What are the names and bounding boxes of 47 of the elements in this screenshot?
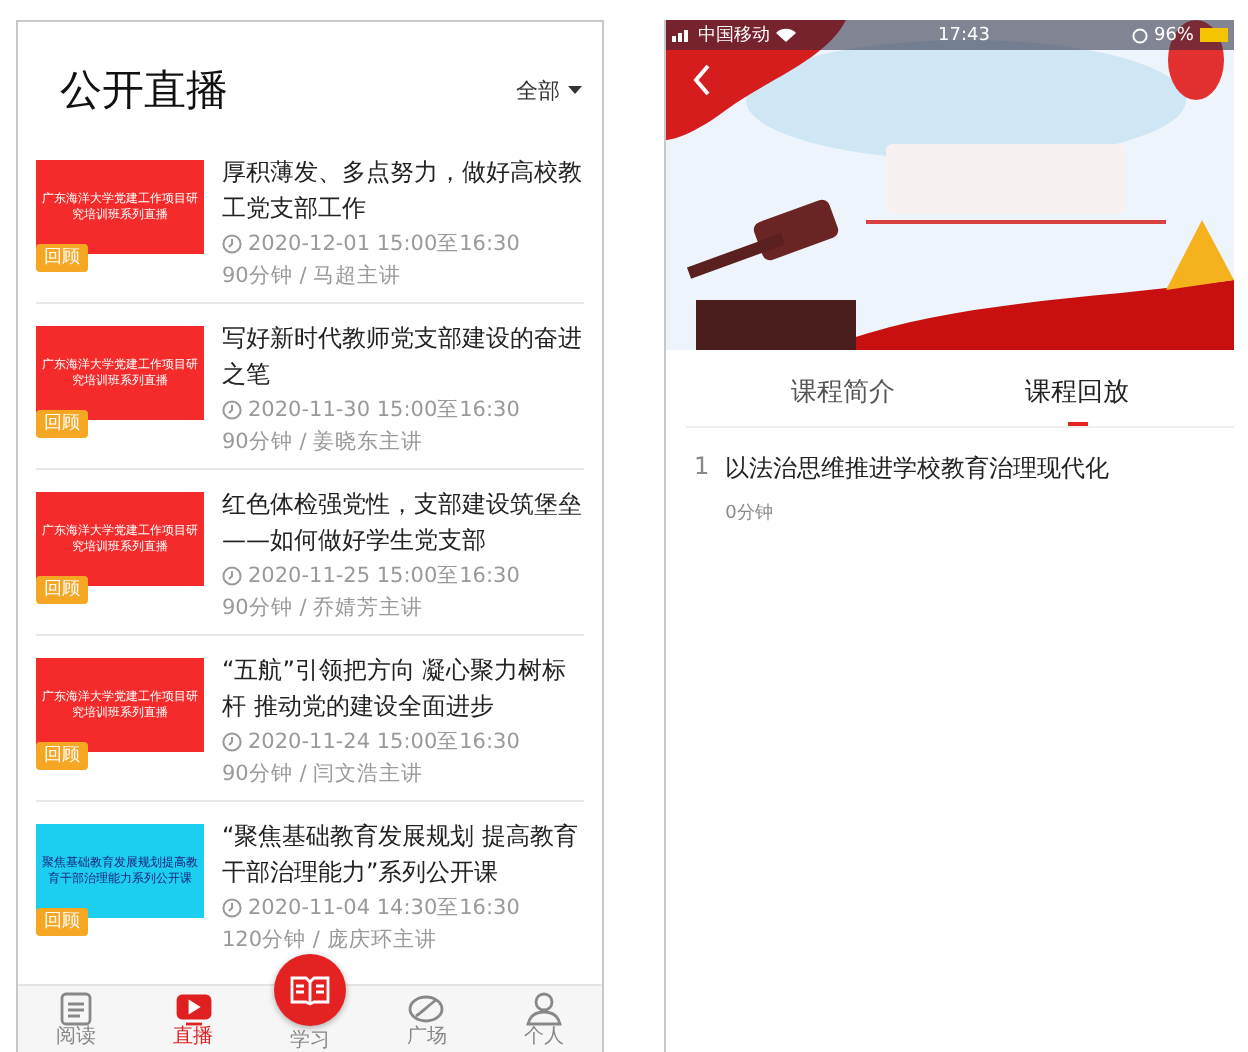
signal-icon (672, 28, 692, 42)
caret-icon (568, 86, 582, 94)
carrier-name: 中国移动 (698, 23, 770, 48)
item-title[interactable]: 红色体检强党性，支部建设筑堡垒——如何做好学生党支部 (222, 486, 584, 558)
replay-badge: 回顾 (36, 244, 88, 272)
filter-dropdown[interactable]: 全部 (516, 75, 582, 105)
item-time: 2020-11-30 15:00至16:30 (248, 396, 520, 424)
clock-icon (222, 732, 242, 752)
document-icon (58, 992, 95, 1026)
tab[interactable]: 课程简介 (791, 374, 895, 426)
lesson-number: 1 (694, 452, 710, 484)
item-meta: 120分钟 / 庞庆环主讲 (222, 926, 439, 954)
item-time: 2020-11-24 15:00至16:30 (248, 728, 520, 756)
page-title: 公开直播 (60, 64, 228, 118)
replay-badge: 回顾 (36, 908, 88, 936)
tab-indicator (1067, 422, 1087, 426)
item-meta: 90分钟 / 姜晓东主讲 (222, 428, 426, 456)
replay-badge: 回顾 (36, 742, 88, 770)
replay-badge: 回顾 (36, 410, 88, 438)
lesson-duration: 0分钟 (725, 501, 775, 526)
item-time: 2020-12-01 15:00至16:30 (248, 230, 520, 258)
nav-item[interactable]: 直播 (134, 986, 252, 1052)
clock-icon (222, 234, 242, 254)
lesson-title[interactable]: 以法治思维推进学校教育治理现代化 (725, 452, 1110, 486)
item-title[interactable]: “五航”引领把方向 凝心聚力树标杆 推动党的建设全面进步 (222, 652, 584, 724)
item-time: 2020-11-04 14:30至16:30 (248, 894, 520, 922)
book-button[interactable] (274, 954, 346, 1026)
item-title[interactable]: “聚焦基础教育发展规划 提高教育干部治理能力”系列公开课 (222, 818, 584, 890)
item-title[interactable]: 写好新时代教师党支部建设的奋进之笔 (222, 320, 584, 392)
clock-time: 17:43 (938, 25, 990, 45)
clock-icon (222, 400, 242, 420)
battery-percent: 96% (1153, 25, 1194, 45)
replay-badge: 回顾 (36, 576, 88, 604)
wifi-icon (776, 28, 796, 42)
item-time: 2020-11-25 15:00至16:30 (248, 562, 520, 590)
book-icon (290, 974, 330, 1006)
clock-icon (222, 566, 242, 586)
item-meta: 90分钟 / 闫文浩主讲 (222, 760, 426, 788)
play-icon (175, 992, 212, 1026)
person-icon (525, 992, 562, 1026)
item-meta: 90分钟 / 马超主讲 (222, 262, 404, 290)
tab[interactable]: 课程回放 (1025, 374, 1129, 426)
back-icon[interactable] (692, 64, 712, 96)
item-meta: 90分钟 / 乔婧芳主讲 (222, 594, 426, 622)
clock-icon (222, 898, 242, 918)
item-title[interactable]: 厚积薄发、多点努力，做好高校教工党支部工作 (222, 154, 584, 226)
battery-icon (1199, 28, 1228, 42)
